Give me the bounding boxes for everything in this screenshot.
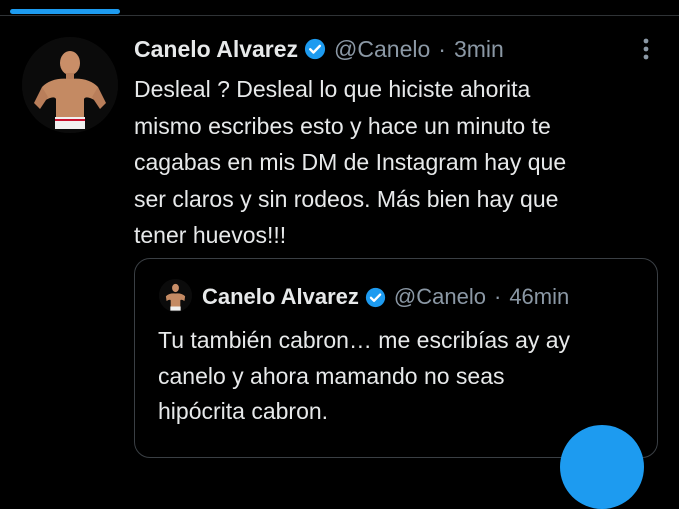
verified-badge-icon xyxy=(365,287,386,307)
author-handle[interactable]: @Canelo xyxy=(334,34,430,64)
verified-badge-icon xyxy=(304,38,326,60)
tweet-timestamp[interactable]: 3min xyxy=(454,34,504,64)
compose-button[interactable] xyxy=(560,425,644,509)
quoted-tweet-timestamp: 46min xyxy=(509,284,570,309)
separator-dot: · xyxy=(438,36,446,62)
active-tab-indicator xyxy=(10,9,120,14)
quoted-tweet-header: Canelo Alvarez @Canelo · 46min xyxy=(202,283,569,311)
quoted-tweet-text: Tu también cabron… me escribías ay ay ca… xyxy=(158,327,571,424)
avatar[interactable] xyxy=(22,37,118,133)
tweet-text: Desleal ? Desleal lo que hiciste ahorita… xyxy=(134,76,567,248)
quoted-avatar xyxy=(159,279,192,312)
author-name[interactable]: Canelo Alvarez xyxy=(134,34,298,64)
more-options-icon[interactable] xyxy=(636,36,656,62)
quoted-separator-dot: · xyxy=(493,284,502,309)
avatar-photo xyxy=(22,37,118,133)
quoted-author-handle: @Canelo xyxy=(393,284,486,309)
quoted-tweet-card[interactable]: Canelo Alvarez @Canelo · 46min Tu tambié… xyxy=(134,258,658,458)
top-divider xyxy=(0,15,679,16)
quoted-avatar-photo xyxy=(159,279,192,312)
tweet-header: Canelo Alvarez @Canelo · 3min xyxy=(134,34,504,64)
quoted-author-name: Canelo Alvarez xyxy=(202,284,359,309)
